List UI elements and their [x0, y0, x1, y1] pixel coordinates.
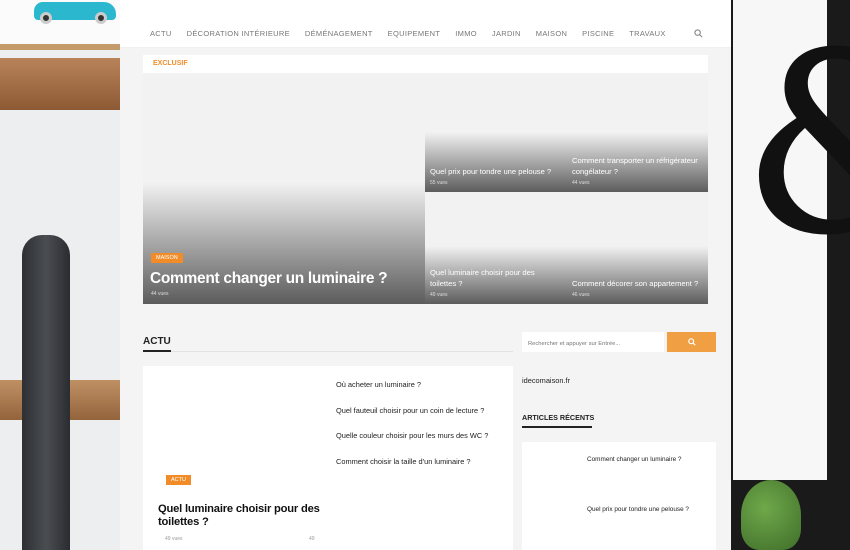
nav-item-decoration[interactable]: DÉCORATION INTÉRIEURE [187, 29, 290, 38]
statue [22, 235, 70, 550]
list-item[interactable]: Quel fauteuil choisir pour un coin de le… [336, 406, 504, 417]
nav-item-maison[interactable]: MAISON [536, 29, 567, 38]
comment-count: 49 [309, 536, 315, 542]
article-list: Où acheter un luminaire ? Quel fauteuil … [336, 380, 504, 482]
section-title: ACTU [143, 336, 171, 347]
hero-tile[interactable]: Comment transporter un réfrigérateur con… [567, 73, 708, 192]
background-left [0, 0, 120, 550]
section-divider [143, 350, 513, 352]
category-badge[interactable]: MAISON [151, 253, 183, 263]
hero-tile[interactable]: Quel luminaire choisir pour des toilette… [425, 192, 567, 304]
plant [741, 480, 801, 550]
recent-item[interactable]: Comment changer un luminaire ? [587, 456, 682, 463]
nav-item-demenagement[interactable]: DÉMÉNAGEMENT [305, 29, 373, 38]
car-wheel [95, 12, 107, 24]
main-nav: ACTU DÉCORATION INTÉRIEURE DÉMÉNAGEMENT … [120, 20, 731, 48]
nav-item-immo[interactable]: IMMO [455, 29, 477, 38]
car-wheel [40, 12, 52, 24]
hero-main-title[interactable]: Comment changer un luminaire ? [150, 270, 388, 288]
list-item[interactable]: Quelle couleur choisir pour les murs des… [336, 431, 504, 442]
search-icon [687, 338, 696, 346]
hero-grid: MAISON Comment changer un luminaire ? 44… [143, 73, 708, 304]
exclusive-bar: EXCLUSIF [143, 55, 708, 73]
top-bar [120, 0, 731, 20]
search-input[interactable] [522, 334, 664, 354]
site-name[interactable]: idecomaison.fr [522, 376, 570, 385]
nav-item-jardin[interactable]: JARDIN [492, 29, 521, 38]
recent-articles: Comment changer un luminaire ? Quel prix… [522, 442, 716, 550]
poster-glyph: & [741, 20, 850, 270]
background-right: & [731, 0, 850, 550]
view-count: 44 vues [572, 180, 590, 186]
featured-card: ACTU Quel luminaire choisir pour des toi… [143, 366, 513, 550]
nav-item-piscine[interactable]: PISCINE [582, 29, 614, 38]
recent-articles-title: ARTICLES RÉCENTS [522, 413, 595, 422]
sidebar-search [522, 332, 664, 354]
list-item[interactable]: Comment choisir la taille d'un luminaire… [336, 457, 504, 468]
nav-item-equipement[interactable]: EQUIPEMENT [388, 29, 441, 38]
search-button[interactable] [667, 332, 716, 352]
hero-tile-title[interactable]: Quel prix pour tondre une pelouse ? [430, 166, 560, 177]
view-count: 44 vues [151, 291, 169, 297]
category-badge[interactable]: ACTU [166, 475, 191, 485]
hero-tile[interactable]: Quel prix pour tondre une pelouse ? 55 v… [425, 73, 567, 192]
hero-main-tile[interactable]: MAISON Comment changer un luminaire ? 44… [143, 73, 425, 304]
hero-tile[interactable]: Comment décorer son appartement ? 46 vue… [567, 192, 708, 304]
wooden-shelf [0, 58, 120, 110]
nav-item-actu[interactable]: ACTU [150, 29, 172, 38]
page: ACTU DÉCORATION INTÉRIEURE DÉMÉNAGEMENT … [120, 0, 731, 550]
view-count: 49 vues [430, 292, 448, 298]
hero-tile-title[interactable]: Quel luminaire choisir pour des toilette… [430, 267, 560, 289]
view-count: 55 vues [430, 180, 448, 186]
view-count: 46 vues [572, 292, 590, 298]
recent-divider [522, 426, 592, 428]
hero-tile-title[interactable]: Comment décorer son appartement ? [572, 278, 702, 289]
search-icon[interactable] [694, 29, 703, 38]
recent-item[interactable]: Quel prix pour tondre une pelouse ? [587, 506, 689, 513]
exclusive-label: EXCLUSIF [153, 60, 188, 67]
hero-tile-title[interactable]: Comment transporter un réfrigérateur con… [572, 155, 702, 177]
poster: & [733, 0, 850, 480]
view-count: 49 vues [165, 536, 183, 542]
featured-title[interactable]: Quel luminaire choisir pour des toilette… [158, 503, 323, 529]
nav-item-travaux[interactable]: TRAVAUX [629, 29, 665, 38]
list-item[interactable]: Où acheter un luminaire ? [336, 380, 504, 391]
